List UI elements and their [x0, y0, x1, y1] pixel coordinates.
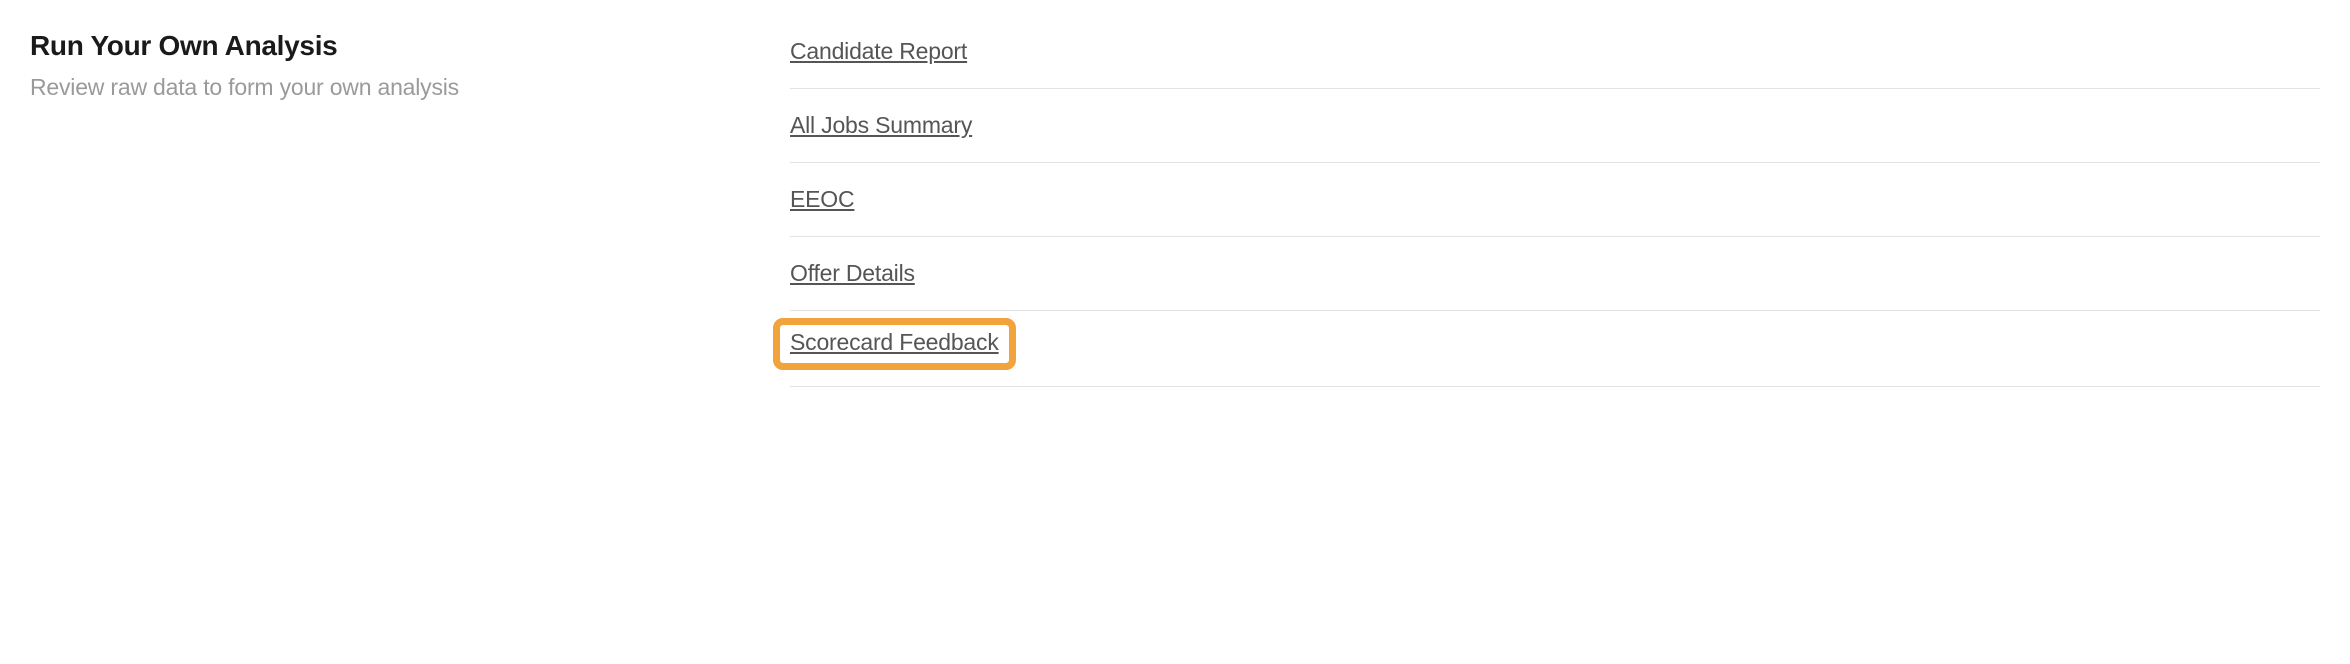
link-row: All Jobs Summary: [790, 89, 2320, 163]
scorecard-feedback-link[interactable]: Scorecard Feedback: [790, 329, 999, 356]
section-header: Run Your Own Analysis Review raw data to…: [30, 30, 790, 387]
link-row: Candidate Report: [790, 34, 2320, 89]
analysis-section: Run Your Own Analysis Review raw data to…: [0, 0, 2350, 417]
eeoc-link[interactable]: EEOC: [790, 186, 854, 213]
all-jobs-summary-link[interactable]: All Jobs Summary: [790, 112, 972, 139]
link-row: Offer Details: [790, 237, 2320, 311]
link-row: EEOC: [790, 163, 2320, 237]
section-title: Run Your Own Analysis: [30, 30, 750, 62]
section-subtitle: Review raw data to form your own analysi…: [30, 74, 750, 101]
offer-details-link[interactable]: Offer Details: [790, 260, 915, 287]
link-list: Candidate Report All Jobs Summary EEOC O…: [790, 30, 2320, 387]
candidate-report-link[interactable]: Candidate Report: [790, 38, 967, 65]
highlight-box: Scorecard Feedback: [773, 318, 1016, 370]
link-row: Scorecard Feedback: [790, 311, 2320, 387]
